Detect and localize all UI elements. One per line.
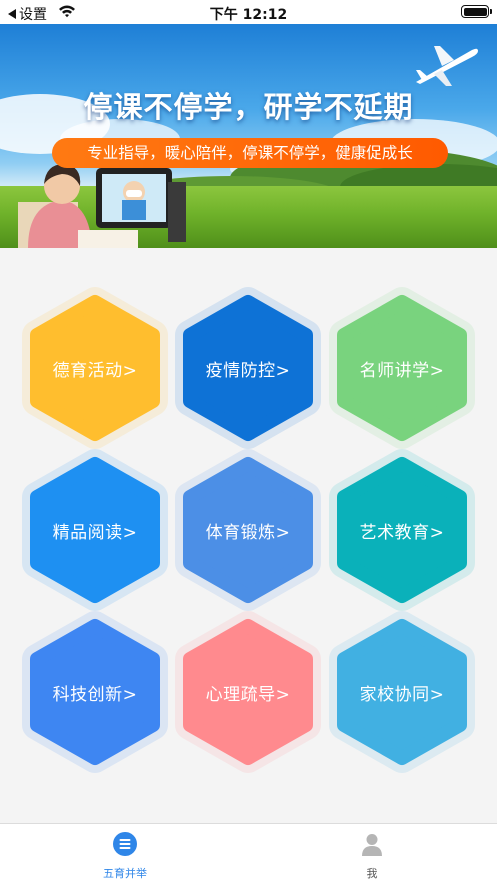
module-grid: 德育活动> 疫情防控> 名师讲学> 精品阅读> 体育锻炼> 艺术教育> 科技创新… (0, 248, 497, 823)
module-moral-education[interactable]: 德育活动> (22, 287, 168, 449)
airplane-icon (416, 46, 478, 86)
module-home-school[interactable]: 家校协同> (329, 611, 475, 773)
banner-title: 停课不停学，研学不延期 (83, 90, 414, 124)
module-epidemic-prevention[interactable]: 疫情防控> (175, 287, 321, 449)
tab-bar: 五育并举 我 (0, 823, 497, 883)
module-famous-teachers[interactable]: 名师讲学> (329, 287, 475, 449)
module-quality-reading[interactable]: 精品阅读> (22, 449, 168, 611)
list-icon (113, 832, 137, 856)
banner-subtitle: 专业指导，暖心陪伴，停课不停学，健康促成长 (52, 138, 448, 168)
profile-icon (362, 834, 382, 856)
module-label: 疫情防控> (205, 360, 291, 381)
module-label: 德育活动> (52, 360, 138, 381)
module-label: 艺术教育> (359, 522, 445, 543)
module-label: 精品阅读> (52, 522, 138, 543)
module-label: 家校协同> (359, 684, 445, 705)
module-physical-exercise[interactable]: 体育锻炼> (175, 449, 321, 611)
tab-five-education[interactable]: 五育并举 (65, 832, 185, 881)
module-tech-innovation[interactable]: 科技创新> (22, 611, 168, 773)
tab-me[interactable]: 我 (312, 832, 432, 881)
module-label: 心理疏导> (205, 684, 291, 705)
module-label: 体育锻炼> (205, 522, 291, 543)
status-bar: 设置 下午 12:12 (0, 0, 497, 24)
tab-label: 我 (366, 867, 378, 880)
module-label: 科技创新> (52, 684, 138, 705)
status-time: 下午 12:12 (209, 7, 288, 23)
module-psychological-counseling[interactable]: 心理疏导> (175, 611, 321, 773)
battery-icon (461, 5, 492, 18)
banner[interactable]: 停课不停学，研学不延期 专业指导，暖心陪伴，停课不停学，健康促成长 (0, 24, 497, 248)
module-art-education[interactable]: 艺术教育> (329, 449, 475, 611)
tab-label: 五育并举 (103, 867, 147, 880)
module-label: 名师讲学> (359, 360, 445, 381)
